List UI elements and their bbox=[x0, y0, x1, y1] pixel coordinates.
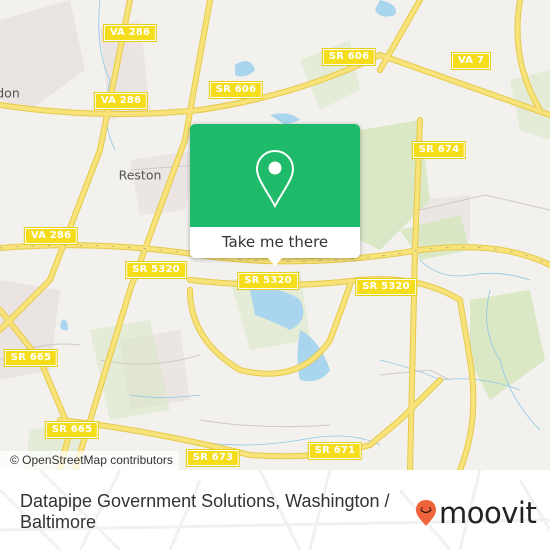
popup-header[interactable] bbox=[190, 124, 360, 227]
road-shield-va286: VA 286 bbox=[23, 227, 79, 245]
road-shield-sr606: SR 606 bbox=[321, 48, 377, 66]
road-shield-va286: VA 286 bbox=[102, 24, 158, 42]
road-shield-sr665: SR 665 bbox=[44, 421, 100, 439]
moovit-wordmark: moovit bbox=[439, 496, 537, 530]
moovit-logo[interactable]: moovit bbox=[415, 496, 537, 530]
road-shield-sr674: SR 674 bbox=[411, 141, 467, 159]
road-shield-sr5320: SR 5320 bbox=[355, 278, 417, 296]
location-popup[interactable]: Take me there bbox=[190, 124, 360, 266]
moovit-pin-icon bbox=[416, 500, 436, 526]
road-shield-sr671: SR 671 bbox=[307, 442, 363, 460]
footer: Datapipe Government Solutions, Washingto… bbox=[0, 470, 550, 550]
map-view[interactable]: Reston don VA 286 VA 286 VA 286 SR 606 S… bbox=[0, 0, 550, 470]
map-pin-icon bbox=[255, 149, 295, 209]
road-shield-sr606: SR 606 bbox=[208, 81, 264, 99]
road-shield-sr665: SR 665 bbox=[3, 349, 59, 367]
take-me-there-button[interactable]: Take me there bbox=[190, 227, 360, 258]
place-label-partial: don bbox=[0, 85, 20, 101]
place-label-reston: Reston bbox=[118, 167, 162, 183]
road-shield-sr673: SR 673 bbox=[185, 449, 241, 467]
popup-pointer bbox=[267, 257, 283, 266]
place-title: Datapipe Government Solutions, Washingto… bbox=[20, 491, 390, 532]
road-shield-va7: VA 7 bbox=[450, 52, 492, 70]
map-attribution[interactable]: © OpenStreetMap contributors bbox=[0, 451, 179, 470]
road-shield-va286: VA 286 bbox=[93, 92, 149, 110]
road-shield-sr5320: SR 5320 bbox=[125, 261, 187, 279]
road-shield-sr5320: SR 5320 bbox=[237, 272, 299, 290]
